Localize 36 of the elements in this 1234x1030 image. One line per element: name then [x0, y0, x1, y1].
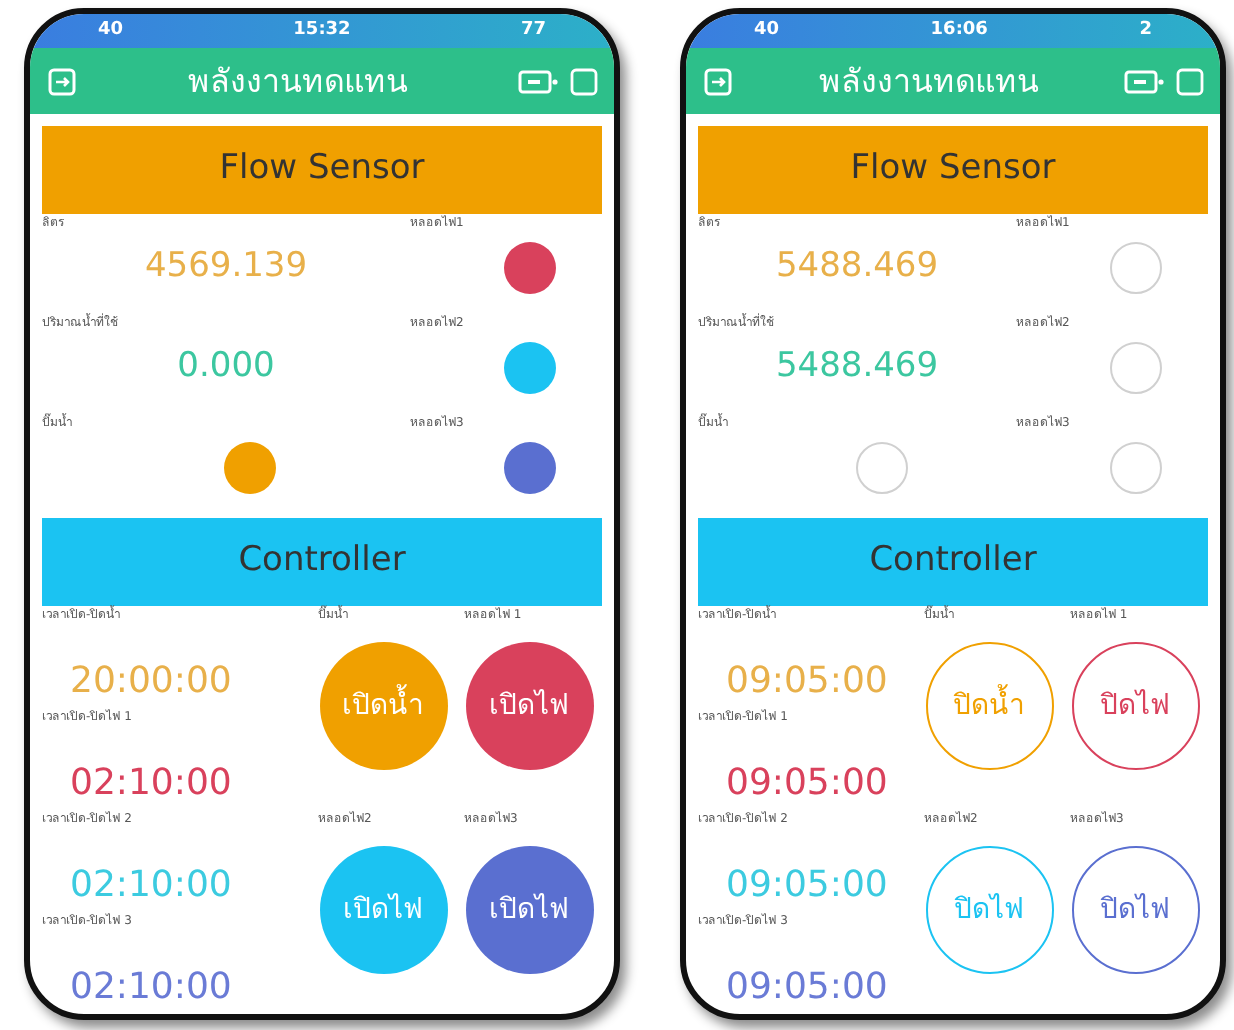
sensor-value: 5488.469: [775, 244, 939, 290]
signal-text: 40: [98, 17, 124, 44]
timer-value[interactable]: 02:10:00: [70, 960, 232, 1014]
device-icon[interactable]: [518, 67, 558, 95]
sensor-value: 0.000: [177, 344, 275, 390]
clock-text: 16:06: [930, 17, 988, 44]
toggle-button[interactable]: เปิดไฟ: [465, 642, 593, 770]
toggle-button[interactable]: ปิดไฟ: [1071, 846, 1199, 974]
section-header: Controller: [698, 518, 1208, 606]
toggle-button[interactable]: เปิดไฟ: [465, 846, 593, 974]
timer-value[interactable]: 20:00:00: [70, 654, 232, 708]
square-icon[interactable]: [1176, 67, 1204, 95]
toggle-button[interactable]: เปิดน้ำ: [319, 642, 447, 770]
sensor-value: 5488.469: [775, 344, 939, 390]
device-icon[interactable]: [1124, 67, 1164, 95]
toggle-button[interactable]: เปิดไฟ: [319, 846, 447, 974]
signal-text: 40: [754, 17, 780, 44]
app-title: พลังงานทดแทน: [186, 59, 410, 103]
section-header: Flow Sensor: [42, 126, 602, 214]
timer-value[interactable]: 02:10:00: [70, 756, 232, 810]
toggle-button[interactable]: ปิดไฟ: [925, 846, 1053, 974]
sensor-value: 4569.139: [144, 244, 308, 290]
section-header: Flow Sensor: [698, 126, 1208, 214]
square-icon[interactable]: [570, 67, 598, 95]
timer-value[interactable]: 09:05:00: [726, 654, 888, 708]
app-title: พลังงานทดแทน: [817, 59, 1041, 103]
timer-value[interactable]: 09:05:00: [726, 756, 888, 810]
battery-text: 77: [520, 17, 546, 44]
clock-text: 15:32: [293, 17, 351, 44]
toggle-button[interactable]: ปิดไฟ: [1071, 642, 1199, 770]
exit-icon[interactable]: [702, 65, 734, 97]
battery-text: 2: [1139, 17, 1152, 44]
exit-icon[interactable]: [46, 65, 78, 97]
section-header: Controller: [42, 518, 602, 606]
toggle-button[interactable]: ปิดน้ำ: [925, 642, 1053, 770]
timer-value[interactable]: 09:05:00: [726, 960, 888, 1014]
